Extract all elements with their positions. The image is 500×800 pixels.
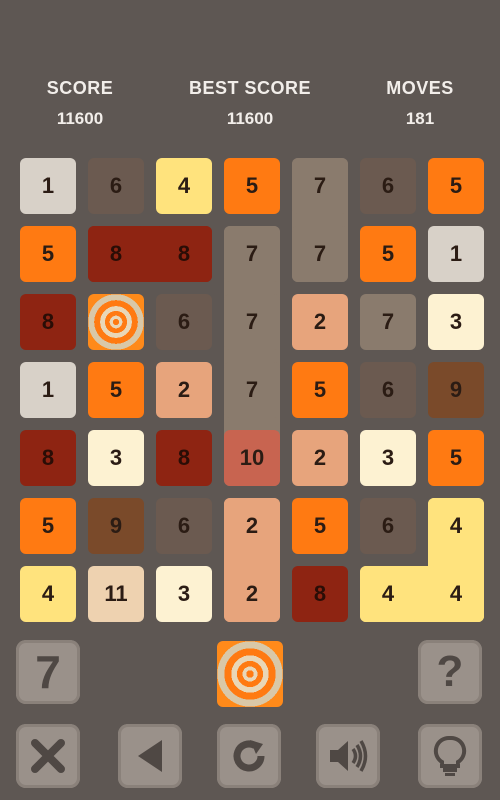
tile-0-5[interactable]: 6: [360, 158, 416, 214]
tile-6-2[interactable]: 3: [156, 566, 212, 622]
tile-0-0[interactable]: 1: [20, 158, 76, 214]
tile-6-3[interactable]: 2: [224, 566, 280, 622]
tile-6-0[interactable]: 4: [20, 566, 76, 622]
tile-4-2[interactable]: 8: [156, 430, 212, 486]
tile-6-5[interactable]: 4: [360, 566, 416, 622]
close-icon: [31, 739, 65, 773]
tile-1-1[interactable]: 8: [88, 226, 144, 282]
tile-3-1[interactable]: 5: [88, 362, 144, 418]
tile-4-1[interactable]: 3: [88, 430, 144, 486]
tile-3-6[interactable]: 9: [428, 362, 484, 418]
sound-icon: [330, 740, 368, 772]
tile-1-2[interactable]: 8: [156, 226, 212, 282]
tile-6-6[interactable]: 4: [428, 566, 484, 622]
tile-1-0[interactable]: 5: [20, 226, 76, 282]
tile-1-5[interactable]: 5: [360, 226, 416, 282]
tile-0-2[interactable]: 4: [156, 158, 212, 214]
tile-1-3[interactable]: 7: [224, 226, 280, 282]
tile-5-6[interactable]: 4: [428, 498, 484, 554]
sound-button[interactable]: [316, 724, 380, 788]
tile-2-6[interactable]: 3: [428, 294, 484, 350]
tile-4-5[interactable]: 3: [360, 430, 416, 486]
close-button[interactable]: [16, 724, 80, 788]
tile-0-3[interactable]: 5: [224, 158, 280, 214]
back-button[interactable]: [118, 724, 182, 788]
tile-3-4[interactable]: 5: [292, 362, 348, 418]
next-tile-button[interactable]: 7: [16, 640, 80, 704]
tile-2-3[interactable]: 7: [224, 294, 280, 350]
help-label: ?: [436, 647, 464, 696]
tile-4-6[interactable]: 5: [428, 430, 484, 486]
tile-2-5[interactable]: 7: [360, 294, 416, 350]
tile-3-5[interactable]: 6: [360, 362, 416, 418]
tile-5-0[interactable]: 5: [20, 498, 76, 554]
help-button[interactable]: ?: [418, 640, 482, 704]
back-arrow-icon: [138, 740, 162, 772]
tile-6-4[interactable]: 8: [292, 566, 348, 622]
restart-icon: [233, 740, 265, 772]
tile-5-2[interactable]: 6: [156, 498, 212, 554]
tile-3-2[interactable]: 2: [156, 362, 212, 418]
tile-5-5[interactable]: 6: [360, 498, 416, 554]
swirl-bomb-icon[interactable]: [217, 641, 283, 707]
hint-bulb-icon: [433, 735, 467, 776]
tile-0-6[interactable]: 5: [428, 158, 484, 214]
tile-5-4[interactable]: 5: [292, 498, 348, 554]
restart-button[interactable]: [217, 724, 281, 788]
tile-3-3[interactable]: 7: [224, 362, 280, 418]
tile-6-1[interactable]: 11: [88, 566, 144, 622]
tile-2-4[interactable]: 2: [292, 294, 348, 350]
tile-1-6[interactable]: 1: [428, 226, 484, 282]
tile-4-3[interactable]: 10: [224, 430, 280, 486]
tile-5-1[interactable]: 9: [88, 498, 144, 554]
tile-2-2[interactable]: 6: [156, 294, 212, 350]
tile-3-0[interactable]: 1: [20, 362, 76, 418]
next-tile-value: 7: [35, 646, 61, 698]
tile-4-4[interactable]: 2: [292, 430, 348, 486]
tile-1-4[interactable]: 7: [292, 226, 348, 282]
tile-2-0[interactable]: 8: [20, 294, 76, 350]
tile-0-4[interactable]: 7: [292, 158, 348, 214]
swirl-bomb-tile[interactable]: [88, 294, 144, 350]
hint-button[interactable]: [418, 724, 482, 788]
tile-0-1[interactable]: 6: [88, 158, 144, 214]
tile-5-3[interactable]: 2: [224, 498, 280, 554]
tile-4-0[interactable]: 8: [20, 430, 76, 486]
